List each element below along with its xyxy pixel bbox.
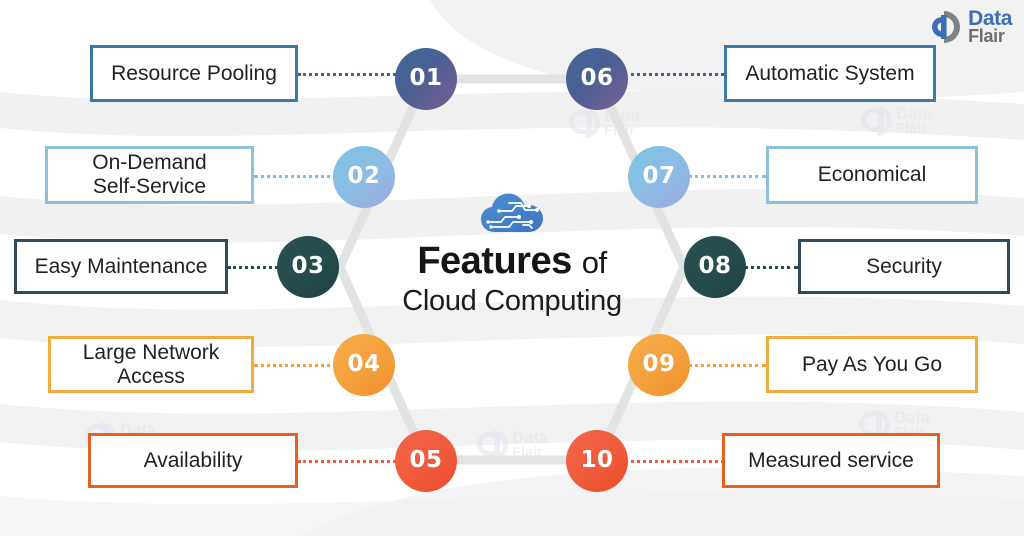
watermark-data-text: Data — [604, 106, 641, 125]
node-09[interactable]: 09 — [628, 334, 690, 396]
watermark-flair-text: Flair — [604, 122, 635, 140]
label-large-network-access[interactable]: Large Network Access — [48, 336, 254, 393]
watermark: Data Flair — [861, 104, 933, 138]
watermark: Data Flair — [569, 106, 641, 140]
connector-10 — [624, 460, 724, 463]
cloud-circuit-icon — [481, 193, 543, 232]
label-text: On-Demand Self-Service — [92, 151, 207, 198]
connector-02 — [254, 175, 338, 178]
brand-flair-text: Flair — [968, 26, 1005, 47]
watermark-data-text: Data — [896, 104, 933, 123]
watermark: Data Flair — [477, 428, 549, 462]
node-01-number: 01 — [409, 65, 443, 91]
label-text: Availability — [143, 448, 243, 472]
connector-08 — [744, 266, 798, 269]
node-01[interactable]: 01 — [395, 48, 457, 110]
label-on-demand-self-service[interactable]: On-Demand Self-Service — [45, 146, 254, 204]
node-03[interactable]: 03 — [277, 236, 339, 298]
node-06[interactable]: 06 — [566, 48, 628, 110]
label-resource-pooling[interactable]: Resource Pooling — [90, 45, 298, 102]
label-text: Security — [866, 254, 942, 278]
label-availability[interactable]: Availability — [88, 433, 298, 488]
node-08-number: 08 — [698, 253, 732, 279]
dataflair-logo-icon — [932, 11, 961, 43]
connector-01 — [298, 73, 402, 76]
watermark-flair-text: Flair — [512, 444, 543, 462]
label-easy-maintenance[interactable]: Easy Maintenance — [14, 239, 228, 294]
watermark-flair-text: Flair — [896, 120, 927, 138]
dataflair-watermark-icon — [569, 108, 600, 139]
center-title-block: Features of Cloud Computing — [366, 192, 658, 318]
connector-07 — [688, 175, 766, 178]
page-title: Features of — [366, 240, 658, 283]
label-automatic-system[interactable]: Automatic System — [724, 45, 936, 102]
label-economical[interactable]: Economical — [766, 146, 978, 204]
label-security[interactable]: Security — [798, 239, 1010, 294]
connector-05 — [298, 460, 402, 463]
watermark-data-text: Data — [512, 428, 549, 447]
label-text: Automatic System — [745, 61, 915, 85]
node-09-number: 09 — [642, 351, 676, 377]
node-02-number: 02 — [347, 163, 381, 189]
page-subtitle: Cloud Computing — [402, 285, 622, 317]
infographic-canvas: Data Flair Data Flair Data Flair — [0, 0, 1024, 536]
connector-06 — [624, 73, 724, 76]
node-10[interactable]: 10 — [566, 430, 628, 492]
watermark-data-text: Data — [894, 408, 931, 427]
node-04-number: 04 — [347, 351, 381, 377]
label-text: Measured service — [748, 448, 914, 472]
node-08[interactable]: 08 — [684, 236, 746, 298]
label-text: Resource Pooling — [111, 61, 277, 85]
connector-03 — [228, 266, 284, 269]
dataflair-watermark-icon — [477, 430, 508, 461]
label-text: Economical — [817, 163, 927, 187]
label-text: Pay As You Go — [801, 352, 943, 376]
node-05-number: 05 — [409, 447, 443, 473]
title-bold-word: Features — [417, 240, 572, 282]
dataflair-watermark-icon — [861, 106, 892, 137]
label-measured-service[interactable]: Measured service — [722, 433, 940, 488]
node-05[interactable]: 05 — [395, 430, 457, 492]
node-07-number: 07 — [642, 163, 676, 189]
node-10-number: 10 — [580, 447, 614, 473]
label-text: Easy Maintenance — [34, 254, 208, 278]
brand-logo[interactable]: Data Flair — [925, 8, 1012, 46]
node-03-number: 03 — [291, 253, 325, 279]
label-pay-as-you-go[interactable]: Pay As You Go — [766, 336, 978, 393]
connector-09 — [688, 364, 766, 367]
title-light-word: of — [581, 245, 607, 280]
node-06-number: 06 — [580, 65, 614, 91]
connector-04 — [254, 364, 338, 367]
label-text: Large Network Access — [82, 340, 220, 388]
node-04[interactable]: 04 — [333, 334, 395, 396]
